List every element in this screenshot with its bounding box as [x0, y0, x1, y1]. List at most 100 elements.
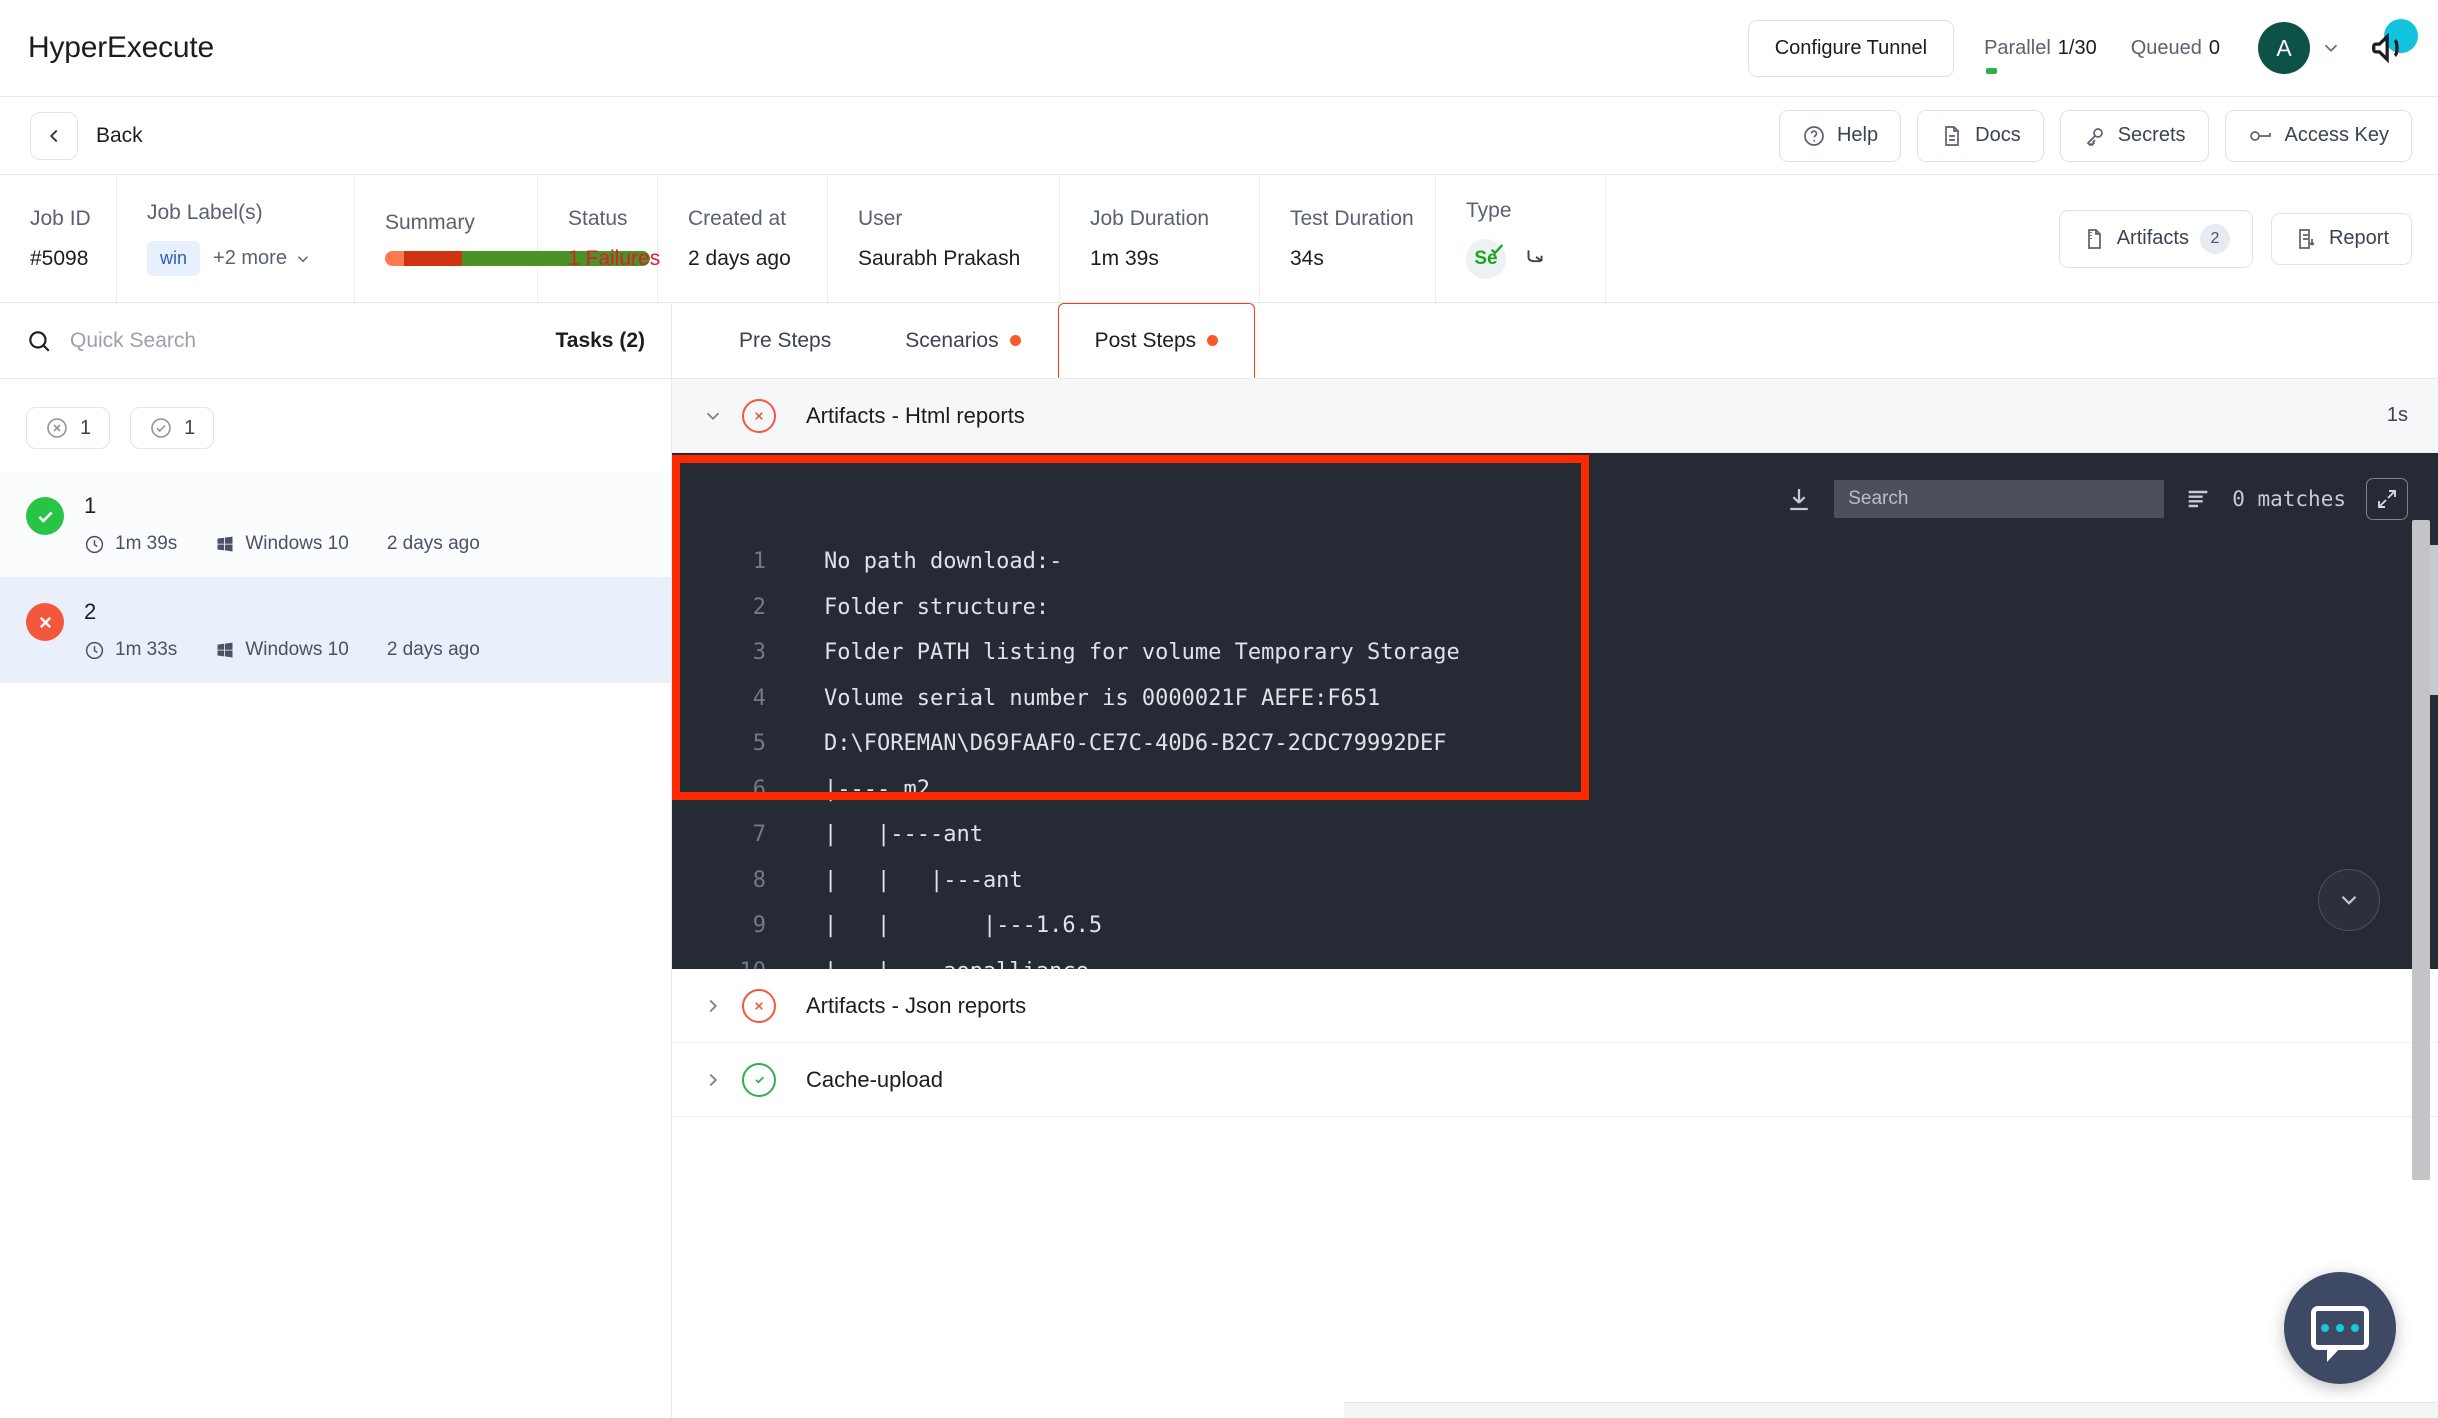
- line-number: 7: [672, 812, 824, 858]
- chat-dot: [2336, 1324, 2344, 1332]
- tasks-sidebar: Tasks (2) 1 1 1: [0, 303, 672, 1418]
- summary-segment: [385, 251, 404, 266]
- search-icon: [26, 328, 52, 354]
- line-text: No path download:-: [824, 539, 1062, 585]
- step-status-failed-icon: [742, 399, 776, 433]
- queued-label: Queued: [2131, 37, 2202, 59]
- page-scrollbar[interactable]: [2412, 520, 2430, 1180]
- job-label-chip: win: [147, 241, 200, 276]
- chevron-right-icon[interactable]: [702, 995, 720, 1017]
- docs-button[interactable]: Docs: [1917, 110, 2044, 162]
- chevron-down-icon: [2320, 37, 2342, 59]
- job-labels-more-button[interactable]: +2 more: [213, 247, 312, 270]
- capacity-stats: Parallel 1/30 Queued0: [1984, 37, 2220, 60]
- line-text: Folder PATH listing for volume Temporary…: [824, 630, 1460, 676]
- filter-failed[interactable]: 1: [26, 407, 110, 449]
- console-line: 10| |----aopalliance: [672, 949, 2438, 970]
- console-matches-label: 0 matches: [2232, 487, 2346, 511]
- queued-stat: Queued0: [2131, 37, 2220, 60]
- summary-label: Summary: [385, 211, 507, 235]
- step-header-html-reports[interactable]: Artifacts - Html reports 1s: [672, 379, 2438, 453]
- tab-post-steps[interactable]: Post Steps: [1058, 303, 1256, 378]
- windows-icon: [215, 534, 235, 554]
- task-platform: Windows 10: [215, 533, 349, 555]
- header-actions: Configure Tunnel Parallel 1/30 Queued0 A: [1748, 20, 2438, 77]
- back-label: Back: [96, 124, 143, 148]
- chevron-down-icon[interactable]: [702, 405, 720, 427]
- user-value: Saurabh Prakash: [858, 247, 1029, 271]
- line-number: 4: [672, 676, 824, 722]
- check-circle-icon: [149, 416, 173, 440]
- line-text: | | |---ant: [824, 858, 1023, 904]
- clock-icon: [84, 640, 105, 661]
- task-duration: 1m 39s: [84, 533, 177, 555]
- line-number: 1: [672, 539, 824, 585]
- task-list-item[interactable]: 1 1m 39s Windows 10 2 days ago: [0, 471, 671, 577]
- parallel-status-dot: [1986, 68, 1997, 74]
- artifacts-button[interactable]: Artifacts 2: [2059, 210, 2253, 268]
- parallel-stat: Parallel 1/30: [1984, 37, 2097, 60]
- created-value: 2 days ago: [688, 247, 797, 271]
- back-button[interactable]: Back: [30, 112, 143, 160]
- job-info-bar: Job ID #5098 Job Label(s) win +2 more Su…: [0, 175, 2438, 303]
- test-duration-label: Test Duration: [1290, 207, 1405, 231]
- report-label: Report: [2329, 227, 2389, 250]
- task-meta: 2 1m 33s Windows 10 2 days ago: [84, 599, 480, 661]
- artifacts-actions: Artifacts 2 Report: [2059, 175, 2438, 302]
- task-duration-text: 1m 33s: [115, 639, 177, 661]
- console-line: 7| |----ant: [672, 812, 2438, 858]
- scroll-to-bottom-button[interactable]: [2318, 869, 2380, 931]
- secrets-button[interactable]: Secrets: [2060, 110, 2209, 162]
- filter-passed[interactable]: 1: [130, 407, 214, 449]
- console-line: 6|----.m2: [672, 767, 2438, 813]
- line-number: 8: [672, 858, 824, 904]
- x-circle-icon: [45, 416, 69, 440]
- wrap-lines-icon[interactable]: [2184, 485, 2212, 513]
- configure-tunnel-button[interactable]: Configure Tunnel: [1748, 20, 1954, 77]
- toolbar-actions: Help Docs Secrets Access Key: [1779, 110, 2438, 162]
- console-search-input[interactable]: [1834, 480, 2164, 518]
- chevron-left-icon[interactable]: [30, 112, 78, 160]
- question-circle-icon: [1802, 124, 1826, 148]
- expand-icon[interactable]: [2366, 478, 2408, 520]
- info-summary: Summary: [355, 175, 538, 302]
- created-label: Created at: [688, 207, 797, 231]
- tab-pre-steps-label: Pre Steps: [739, 329, 831, 353]
- info-job-labels: Job Label(s) win +2 more: [117, 175, 355, 302]
- info-type: Type Se: [1436, 175, 1606, 302]
- chat-support-button[interactable]: [2284, 1272, 2396, 1384]
- parallel-value: 1/30: [2058, 37, 2097, 59]
- help-button[interactable]: Help: [1779, 110, 1901, 162]
- announcements-button[interactable]: [2368, 25, 2414, 71]
- download-icon[interactable]: [1784, 484, 1814, 514]
- access-key-button[interactable]: Access Key: [2225, 110, 2412, 162]
- tab-scenarios[interactable]: Scenarios: [868, 303, 1057, 378]
- info-job-duration: Job Duration 1m 39s: [1060, 175, 1260, 302]
- avatar[interactable]: A: [2258, 22, 2310, 74]
- step-header-json-reports[interactable]: Artifacts - Json reports: [672, 969, 2438, 1043]
- line-text: D:\FOREMAN\D69FAAF0-CE7C-40D6-B2C7-2CDC7…: [824, 721, 1447, 767]
- tab-post-steps-status-dot: [1207, 335, 1218, 346]
- task-list-item[interactable]: 2 1m 33s Windows 10 2 days ago: [0, 577, 671, 683]
- job-labels-label: Job Label(s): [147, 201, 324, 225]
- task-name: 1: [84, 493, 480, 519]
- step-header-cache-upload[interactable]: Cache-upload: [672, 1043, 2438, 1117]
- line-text: | |----ant: [824, 812, 983, 858]
- search-input[interactable]: [70, 329, 538, 353]
- task-filters: 1 1: [0, 379, 671, 471]
- steps-panel: Pre Steps Scenarios Post Steps Artifacts…: [672, 303, 2438, 1418]
- chevron-right-icon[interactable]: [702, 1069, 720, 1091]
- parallel-label: Parallel: [1984, 37, 2051, 59]
- artifacts-label: Artifacts: [2117, 227, 2189, 250]
- tab-post-steps-label: Post Steps: [1095, 329, 1197, 353]
- info-test-duration: Test Duration 34s: [1260, 175, 1436, 302]
- access-key-icon: [2248, 124, 2274, 148]
- account-menu[interactable]: A: [2258, 22, 2342, 74]
- tab-pre-steps[interactable]: Pre Steps: [702, 303, 868, 378]
- filter-passed-count: 1: [184, 417, 195, 440]
- info-created: Created at 2 days ago: [658, 175, 828, 302]
- document-icon: [1940, 124, 1964, 148]
- report-download-icon: [2294, 227, 2318, 251]
- report-button[interactable]: Report: [2271, 213, 2412, 265]
- tasks-count-label: Tasks (2): [556, 329, 646, 353]
